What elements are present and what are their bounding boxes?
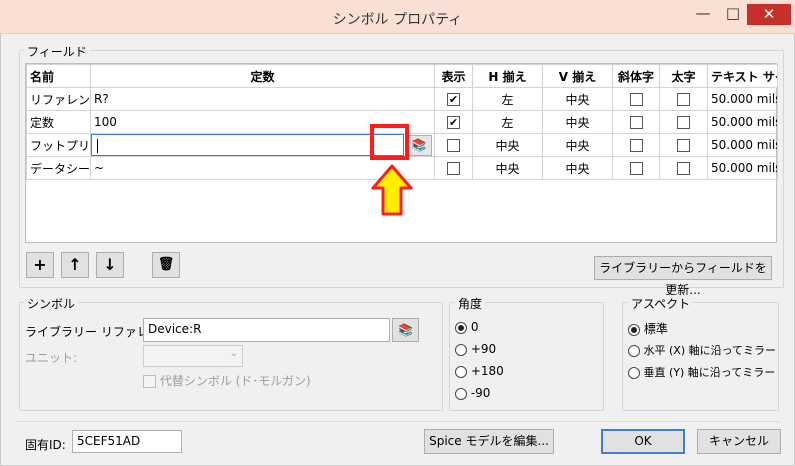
show-checkbox[interactable]: ✔	[447, 116, 460, 129]
alt-symbol-checkbox-row: 代替シンボル (ド･モルガン)	[143, 372, 311, 389]
v-align-cell[interactable]: 中央	[542, 87, 613, 111]
field-name-cell: 定数	[26, 110, 91, 134]
maximize-button[interactable]: □	[720, 4, 746, 24]
minimize-button[interactable]: —	[690, 4, 716, 24]
angle-option-90[interactable]: +90	[455, 342, 496, 356]
bold-checkbox[interactable]	[677, 139, 690, 152]
show-checkbox[interactable]: ✔	[447, 93, 460, 106]
bold-checkbox[interactable]	[677, 116, 690, 129]
angle-option-label: +90	[470, 342, 497, 356]
trash-icon: 🗑	[157, 257, 175, 272]
aspect-option-label: 水平 (X) 軸に沿ってミラー	[643, 344, 777, 357]
h-align-cell[interactable]: 左	[472, 110, 543, 134]
radio-button[interactable]	[455, 321, 467, 334]
col-header-value[interactable]: 定数	[90, 64, 435, 88]
angle-option-180[interactable]: +180	[455, 364, 504, 378]
radio-button[interactable]	[455, 343, 467, 356]
text-size-cell[interactable]: 50.000 mils	[707, 87, 778, 111]
v-align-cell[interactable]: 中央	[542, 156, 613, 180]
table-row[interactable]: リファレンス R? ✔ 左 中央 50.000 mils	[26, 87, 778, 111]
radio-button[interactable]	[455, 387, 467, 400]
delete-field-button[interactable]: 🗑	[152, 252, 180, 278]
uid-field[interactable]: 5CEF51AD	[72, 430, 182, 453]
radio-button[interactable]	[628, 323, 640, 336]
lib-ref-input[interactable]: Device:R	[143, 318, 390, 342]
update-from-library-button[interactable]: ライブラリーからフィールドを更新...	[594, 256, 772, 297]
footer-divider	[15, 421, 780, 422]
library-books-icon: 📚	[411, 138, 427, 152]
col-header-italic[interactable]: 斜体字	[612, 64, 660, 88]
angle-option-label: 0	[470, 320, 479, 334]
col-header-h-align[interactable]: H 揃え	[472, 64, 543, 88]
unit-select: ⌄	[143, 345, 243, 367]
col-header-text-size[interactable]: テキスト サイズ	[707, 64, 778, 88]
angle-option-label: -90	[470, 386, 491, 400]
angle-group-label: 角度	[455, 295, 486, 312]
angle-option-label: +180	[470, 364, 504, 378]
col-header-v-align[interactable]: V 揃え	[542, 64, 613, 88]
library-browser-button[interactable]: 📚	[406, 135, 432, 156]
chevron-down-icon: ⌄	[229, 348, 238, 359]
italic-checkbox[interactable]	[629, 162, 643, 175]
h-align-cell[interactable]: 左	[472, 87, 543, 111]
bold-checkbox[interactable]	[677, 162, 690, 175]
footprint-edit-input[interactable]	[91, 134, 404, 156]
radio-button[interactable]	[455, 365, 467, 378]
aspect-group-label: アスペクト	[628, 295, 694, 312]
field-name-cell: データシート	[26, 156, 91, 180]
aspect-option-mirror-y[interactable]: 垂直 (Y) 軸に沿ってミラー	[628, 364, 775, 380]
grid-header-row: 名前 定数 表示 H 揃え V 揃え 斜体字 太字 テキスト サイズ	[26, 64, 778, 88]
cancel-button[interactable]: キャンセル	[697, 429, 781, 454]
v-align-cell[interactable]: 中央	[542, 110, 613, 134]
add-field-button[interactable]: +	[26, 252, 54, 278]
move-up-button[interactable]: ↑	[61, 252, 89, 278]
aspect-option-label: 垂直 (Y) 軸に沿ってミラー	[643, 366, 776, 379]
col-header-show[interactable]: 表示	[434, 64, 473, 88]
aspect-option-mirror-x[interactable]: 水平 (X) 軸に沿ってミラー	[628, 342, 776, 358]
lib-browse-button[interactable]: 📚	[392, 318, 419, 342]
alt-symbol-label: 代替シンボル (ド･モルガン)	[159, 374, 311, 388]
uid-label: 固有ID:	[25, 438, 66, 452]
unit-label: ユニット:	[25, 351, 78, 365]
col-header-bold[interactable]: 太字	[659, 64, 708, 88]
h-align-cell[interactable]: 中央	[472, 133, 543, 157]
radio-button[interactable]	[628, 345, 640, 357]
v-align-cell[interactable]: 中央	[542, 133, 613, 157]
field-name-cell: フットプリント	[26, 133, 91, 157]
close-button[interactable]: ✕	[747, 4, 791, 25]
aspect-option-label: 標準	[643, 322, 668, 336]
annotation-up-arrow-icon	[371, 164, 413, 216]
aspect-option-normal[interactable]: 標準	[628, 320, 668, 337]
edit-spice-model-button[interactable]: Spice モデルを編集...	[424, 429, 554, 454]
show-checkbox[interactable]	[447, 162, 460, 175]
italic-checkbox[interactable]	[629, 139, 643, 152]
h-align-cell[interactable]: 中央	[472, 156, 543, 180]
col-header-name[interactable]: 名前	[26, 64, 91, 88]
symbol-group-label: シンボル	[24, 295, 79, 312]
text-caret	[97, 139, 98, 153]
fields-group-label: フィールド	[24, 43, 90, 60]
italic-checkbox[interactable]	[629, 116, 643, 129]
ok-button[interactable]: OK	[601, 429, 685, 454]
alt-symbol-checkbox	[143, 375, 156, 388]
move-down-button[interactable]: ↓	[96, 252, 124, 278]
radio-button[interactable]	[628, 367, 640, 379]
text-size-cell[interactable]: 50.000 mils	[707, 156, 778, 180]
field-value-cell[interactable]: R?	[90, 87, 435, 111]
library-books-icon: 📚	[398, 323, 413, 337]
italic-checkbox[interactable]	[629, 93, 643, 106]
angle-option-minus90[interactable]: -90	[455, 386, 490, 400]
show-checkbox[interactable]	[447, 139, 460, 152]
field-name-cell: リファレンス	[26, 87, 91, 111]
text-size-cell[interactable]: 50.000 mils	[707, 110, 778, 134]
highlight-box	[370, 124, 409, 160]
bold-checkbox[interactable]	[677, 93, 690, 106]
angle-option-0[interactable]: 0	[455, 320, 478, 334]
window-title: シンボル プロパティ	[332, 12, 463, 28]
text-size-cell[interactable]: 50.000 mils	[707, 133, 778, 157]
